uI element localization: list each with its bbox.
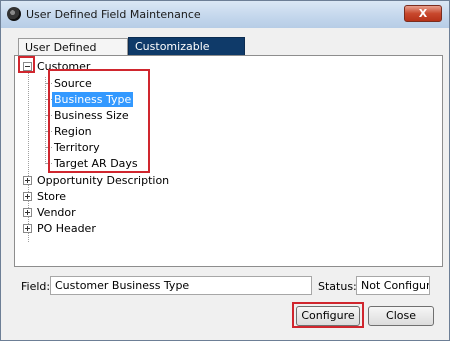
window-close-button[interactable]: X — [404, 5, 442, 22]
expand-icon[interactable] — [23, 192, 32, 201]
highlight-children-box — [48, 69, 150, 173]
field-label: Field: — [21, 280, 51, 293]
expand-icon[interactable] — [23, 208, 32, 217]
configure-button[interactable]: Configure — [296, 306, 360, 326]
dialog-window: User Defined Field Maintenance X User De… — [0, 0, 450, 341]
tab-user-defined-fields[interactable]: User Defined Fields — [18, 38, 128, 71]
tree-node-vendor[interactable]: Vendor — [37, 205, 76, 220]
status-label: Status: — [318, 280, 357, 293]
tab-customizable-fields[interactable]: Customizable Fields — [128, 37, 245, 70]
title-bar[interactable]: User Defined Field Maintenance X — [1, 1, 449, 28]
field-input[interactable]: Customer Business Type — [50, 276, 312, 295]
highlight-collapse-box — [18, 56, 35, 73]
tree-node-po-header[interactable]: PO Header — [37, 221, 96, 236]
tree-node-store[interactable]: Store — [37, 189, 66, 204]
app-icon — [7, 7, 21, 21]
status-field: Not Configured — [356, 276, 430, 295]
window-title: User Defined Field Maintenance — [26, 8, 201, 21]
tree-line — [45, 77, 46, 164]
expand-icon[interactable] — [23, 176, 32, 185]
tree-node-opportunity-description[interactable]: Opportunity Description — [37, 173, 169, 188]
expand-icon[interactable] — [23, 224, 32, 233]
close-button[interactable]: Close — [368, 306, 434, 326]
